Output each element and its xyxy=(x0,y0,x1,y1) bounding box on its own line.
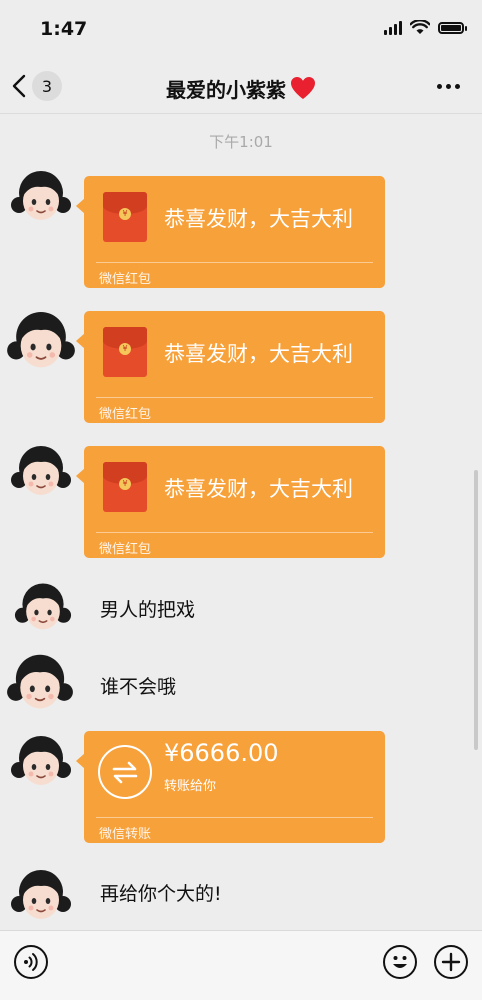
red-packet-greeting: 恭喜发财，大吉大利 xyxy=(164,477,353,501)
avatar[interactable] xyxy=(10,163,72,225)
red-envelope-icon: ¥ xyxy=(103,192,147,242)
divider xyxy=(96,817,373,818)
avatar[interactable] xyxy=(6,303,76,373)
avatar[interactable] xyxy=(10,728,72,790)
status-icons xyxy=(384,20,467,35)
signal-icon xyxy=(384,20,402,35)
red-packet-greeting: 恭喜发财，大吉大利 xyxy=(164,207,353,231)
wifi-icon xyxy=(410,20,430,34)
red-packet-greeting: 恭喜发财，大吉大利 xyxy=(164,342,353,366)
transfer-icon xyxy=(98,745,152,799)
chat-title-text: 最爱的小紫紫 xyxy=(166,78,286,102)
chat-title: 最爱的小紫紫 xyxy=(0,74,482,103)
divider xyxy=(96,262,373,263)
divider xyxy=(96,532,373,533)
more-dots-icon xyxy=(437,84,442,89)
avatar[interactable] xyxy=(10,438,72,500)
red-packet-footer: 微信红包 xyxy=(99,407,152,422)
transfer-footer: 微信转账 xyxy=(99,827,152,842)
avatar[interactable] xyxy=(6,646,74,714)
red-packet-body: ¥ 恭喜发财，大吉大利 xyxy=(84,176,385,262)
red-packet-footer: 微信红包 xyxy=(99,272,152,287)
chat-header: 3 最爱的小紫紫 xyxy=(0,58,482,114)
more-options-button[interactable] xyxy=(437,84,460,89)
text-message: 再给你个大的! xyxy=(100,883,222,905)
voice-button[interactable] xyxy=(14,945,48,979)
text-message: 谁不会哦 xyxy=(100,676,177,698)
divider xyxy=(96,397,373,398)
red-packet-card[interactable]: ¥ 恭喜发财，大吉大利 微信红包 xyxy=(76,176,385,288)
transfer-body: ¥6666.00 转账给你 xyxy=(84,731,385,817)
emoji-icon xyxy=(393,956,407,968)
transfer-card[interactable]: ¥6666.00 转账给你 微信转账 xyxy=(76,731,385,843)
message-timestamp: 下午1:01 xyxy=(209,133,273,151)
red-packet-body: ¥ 恭喜发财，大吉大利 xyxy=(84,311,385,397)
transfer-label: 转账给你 xyxy=(164,779,217,794)
transfer-amount: ¥6666.00 xyxy=(164,739,279,767)
heart-icon xyxy=(291,77,315,99)
battery-icon xyxy=(438,21,467,34)
voice-icon xyxy=(24,953,38,971)
scrollbar[interactable] xyxy=(474,470,478,750)
status-bar: 1:47 xyxy=(0,0,482,58)
red-envelope-icon: ¥ xyxy=(103,327,147,377)
emoji-button[interactable] xyxy=(383,945,417,979)
plus-icon xyxy=(441,952,461,972)
red-packet-card[interactable]: ¥ 恭喜发财，大吉大利 微信红包 xyxy=(76,446,385,558)
status-time: 1:47 xyxy=(40,18,88,40)
avatar[interactable] xyxy=(14,576,72,634)
input-bar xyxy=(0,930,482,1000)
red-envelope-icon: ¥ xyxy=(103,462,147,512)
text-message: 男人的把戏 xyxy=(100,599,196,621)
more-functions-button[interactable] xyxy=(434,945,468,979)
avatar[interactable] xyxy=(10,862,72,924)
red-packet-footer: 微信红包 xyxy=(99,542,152,557)
red-packet-card[interactable]: ¥ 恭喜发财，大吉大利 微信红包 xyxy=(76,311,385,423)
red-packet-body: ¥ 恭喜发财，大吉大利 xyxy=(84,446,385,532)
